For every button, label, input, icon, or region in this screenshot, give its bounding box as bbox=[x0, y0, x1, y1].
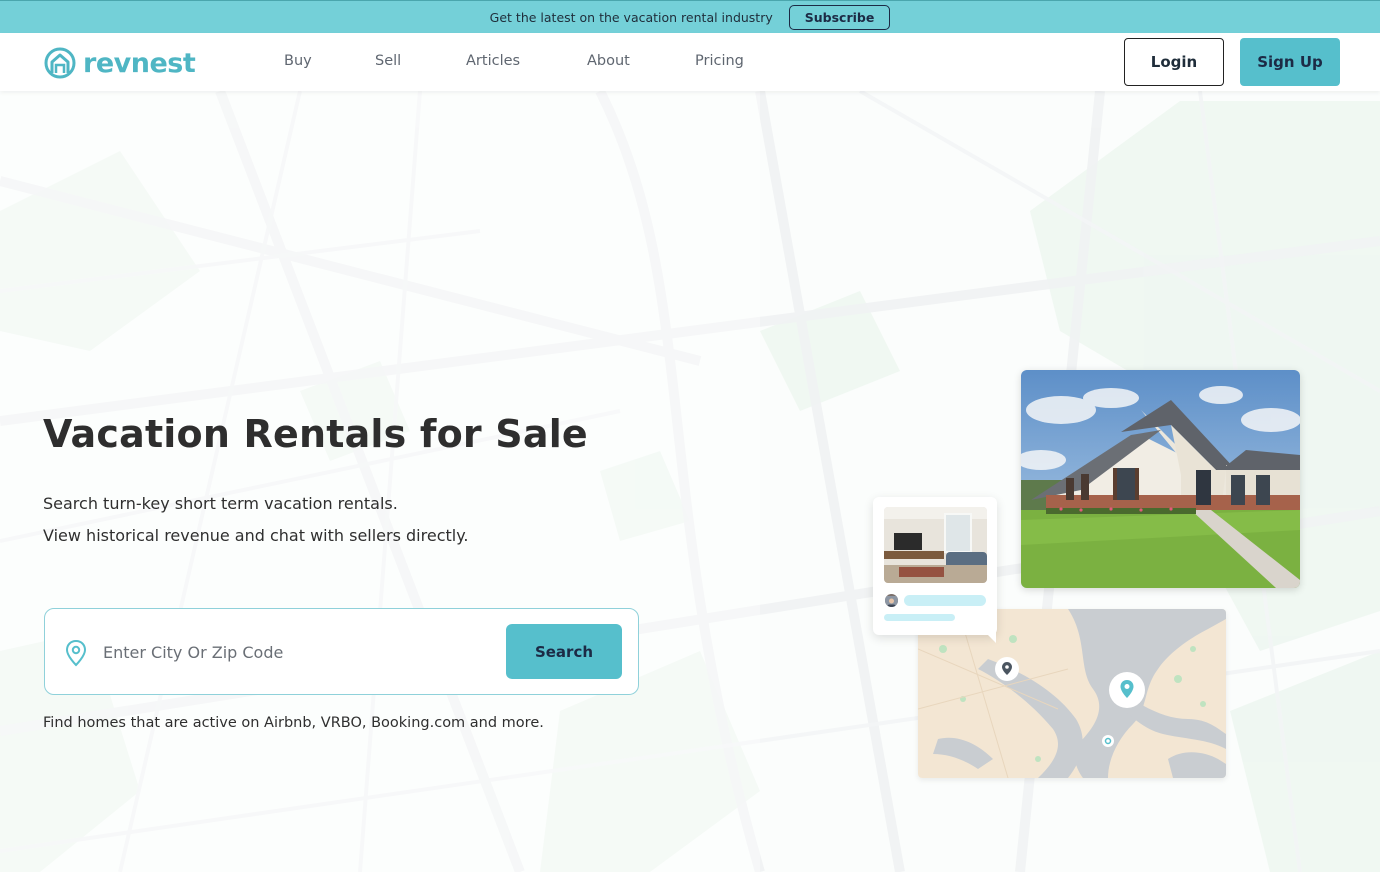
avatar bbox=[885, 594, 898, 607]
location-pin-icon bbox=[65, 639, 87, 667]
location-search-input[interactable] bbox=[103, 635, 493, 669]
hero-note: Find homes that are active on Airbnb, VR… bbox=[43, 715, 544, 731]
placeholder-line bbox=[884, 614, 955, 621]
listing-card bbox=[873, 497, 997, 643]
nav-buy[interactable]: Buy bbox=[284, 53, 312, 69]
logo-text: revnest bbox=[83, 47, 196, 79]
nav-sell[interactable]: Sell bbox=[375, 53, 401, 69]
map-pin-icon bbox=[1109, 672, 1145, 708]
house-photo bbox=[1021, 370, 1300, 588]
map-pin-icon bbox=[995, 657, 1019, 681]
location-search-box: Search bbox=[44, 608, 639, 695]
nav-pricing[interactable]: Pricing bbox=[695, 53, 744, 69]
login-button[interactable]: Login bbox=[1124, 38, 1224, 86]
card-pointer bbox=[978, 625, 996, 643]
listing-card-photo bbox=[884, 507, 987, 583]
promo-text: Get the latest on the vacation rental in… bbox=[489, 9, 773, 25]
hero-subtitle-line2: View historical revenue and chat with se… bbox=[43, 526, 469, 545]
logo[interactable]: revnest bbox=[43, 47, 196, 79]
promo-bar: Get the latest on the vacation rental in… bbox=[0, 0, 1380, 33]
hero-subtitle-line1: Search turn-key short term vacation rent… bbox=[43, 494, 398, 513]
nav-articles[interactable]: Articles bbox=[466, 53, 520, 69]
signup-button[interactable]: Sign Up bbox=[1240, 38, 1340, 86]
search-button[interactable]: Search bbox=[506, 624, 622, 679]
site-header: revnest Buy Sell Articles About Pricing … bbox=[0, 33, 1380, 91]
subscribe-button[interactable]: Subscribe bbox=[788, 4, 891, 30]
house-in-circle-icon bbox=[44, 47, 76, 79]
map-pin-icon bbox=[1102, 735, 1114, 747]
hero-title: Vacation Rentals for Sale bbox=[43, 412, 588, 456]
nav-about[interactable]: About bbox=[587, 53, 630, 69]
placeholder-line bbox=[904, 595, 986, 606]
hero-illustration bbox=[873, 369, 1303, 781]
